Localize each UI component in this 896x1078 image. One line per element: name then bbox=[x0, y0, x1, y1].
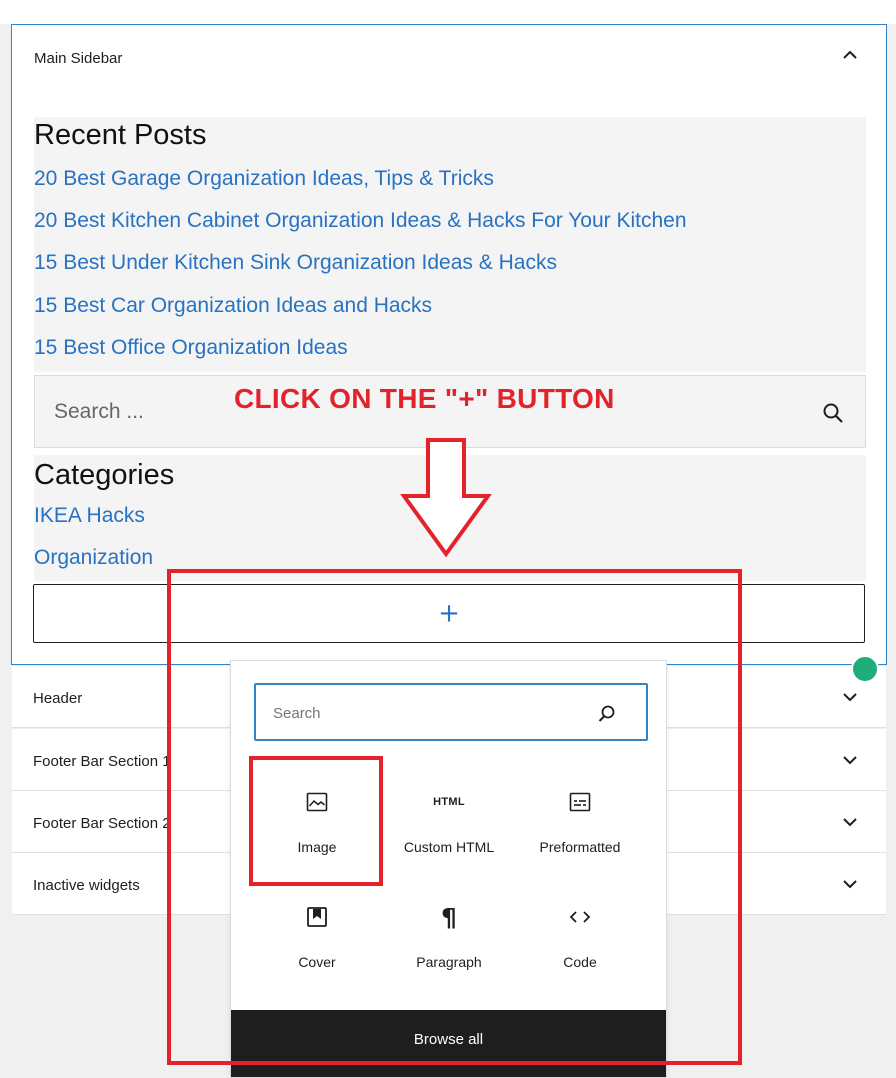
main-sidebar-panel: Main Sidebar Recent Posts 20 Best Garage… bbox=[11, 24, 887, 665]
block-option-preformatted[interactable]: Preformatted bbox=[515, 761, 645, 871]
block-label: Paragraph bbox=[416, 954, 482, 970]
category-link[interactable]: Organization bbox=[34, 546, 153, 570]
chevron-down-icon[interactable] bbox=[840, 687, 860, 707]
post-link[interactable]: 15 Best Car Organization Ideas and Hacks bbox=[34, 294, 432, 318]
panel-title: Inactive widgets bbox=[33, 877, 140, 894]
top-strip bbox=[0, 0, 896, 24]
image-icon bbox=[304, 789, 330, 815]
code-icon bbox=[567, 904, 593, 930]
block-option-image[interactable]: Image bbox=[252, 761, 382, 871]
chevron-down-icon[interactable] bbox=[840, 750, 860, 770]
grammar-checker-icon[interactable] bbox=[851, 655, 879, 683]
post-link[interactable]: 15 Best Under Kitchen Sink Organization … bbox=[34, 251, 557, 275]
search-input[interactable]: Search ... bbox=[54, 400, 144, 424]
block-option-paragraph[interactable]: ¶ Paragraph bbox=[384, 876, 514, 986]
annotation-instruction: CLICK ON THE "+" BUTTON bbox=[234, 383, 615, 414]
block-option-custom-html[interactable]: HTML Custom HTML bbox=[384, 761, 514, 871]
categories-heading: Categories bbox=[34, 459, 175, 491]
chevron-down-icon[interactable] bbox=[840, 812, 860, 832]
block-label: Cover bbox=[298, 954, 336, 970]
block-label: Image bbox=[297, 839, 337, 855]
main-sidebar-title[interactable]: Main Sidebar bbox=[34, 50, 122, 67]
inserter-search-placeholder[interactable]: Search bbox=[273, 705, 321, 722]
chevron-up-icon[interactable] bbox=[840, 45, 860, 65]
category-link[interactable]: IKEA Hacks bbox=[34, 504, 145, 528]
block-label: Code bbox=[563, 954, 597, 970]
block-option-code[interactable]: Code bbox=[515, 876, 645, 986]
plus-icon: + bbox=[438, 597, 460, 628]
post-link[interactable]: 15 Best Office Organization Ideas bbox=[34, 336, 348, 360]
browse-all-label: Browse all bbox=[413, 1031, 484, 1048]
cover-icon bbox=[304, 904, 330, 930]
post-link[interactable]: 20 Best Kitchen Cabinet Organization Ide… bbox=[34, 209, 687, 233]
html-icon: HTML bbox=[433, 796, 465, 808]
recent-posts-heading: Recent Posts bbox=[34, 119, 207, 151]
paragraph-icon: ¶ bbox=[441, 902, 457, 932]
search-icon[interactable] bbox=[821, 401, 845, 425]
panel-title: Footer Bar Section 1 bbox=[33, 753, 171, 770]
post-link[interactable]: 20 Best Garage Organization Ideas, Tips … bbox=[34, 167, 494, 191]
inserter-search-field[interactable]: Search bbox=[254, 683, 648, 741]
recent-posts-widget[interactable]: Recent Posts 20 Best Garage Organization… bbox=[34, 117, 866, 372]
block-label: Preformatted bbox=[539, 839, 621, 855]
panel-title: Footer Bar Section 2 bbox=[33, 815, 171, 832]
panel-title: Header bbox=[33, 690, 83, 707]
search-icon bbox=[598, 705, 615, 722]
browse-all-button[interactable]: Browse all bbox=[231, 1010, 666, 1077]
block-inserter-popover: Search Image HTML Custom HTML Preformatt… bbox=[230, 660, 667, 1078]
preformatted-icon bbox=[567, 789, 593, 815]
block-option-cover[interactable]: Cover bbox=[252, 876, 382, 986]
add-block-button[interactable]: + bbox=[33, 584, 865, 643]
chevron-down-icon[interactable] bbox=[840, 874, 860, 894]
arrow-down-icon bbox=[400, 438, 492, 558]
block-label: Custom HTML bbox=[403, 839, 495, 855]
